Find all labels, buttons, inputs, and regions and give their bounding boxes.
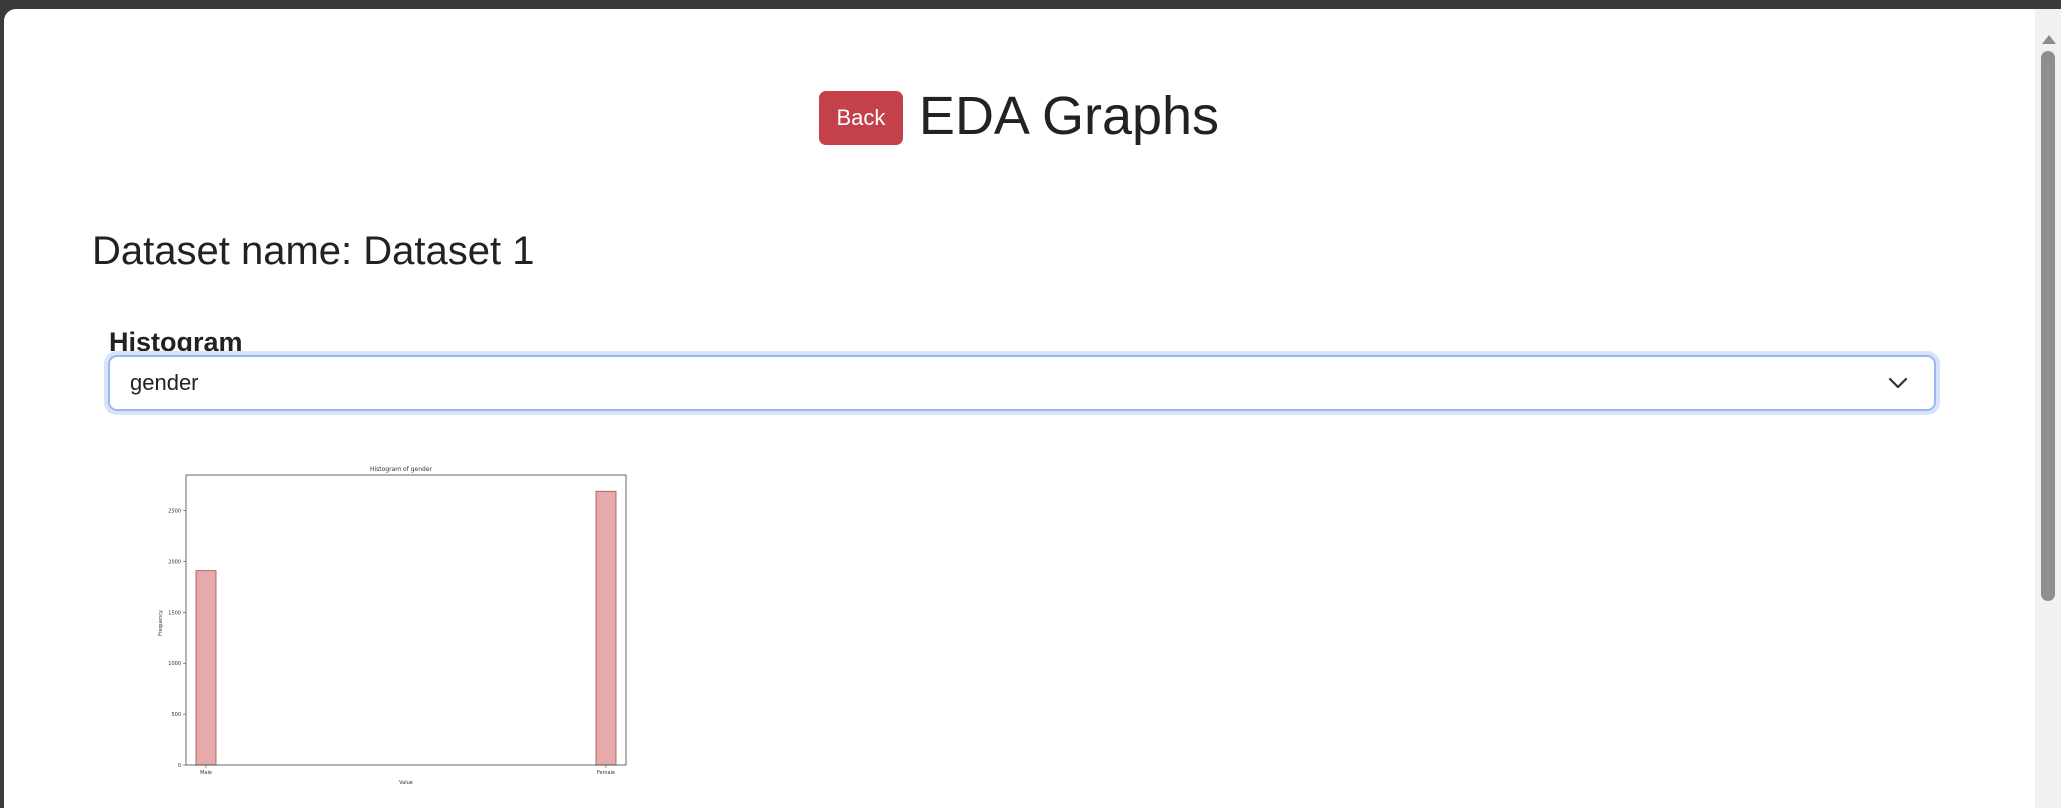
- page-header: Back EDA Graphs: [4, 85, 2034, 147]
- page-title: EDA Graphs: [918, 86, 1220, 146]
- histogram-label: Histogram: [109, 327, 243, 357]
- selected-column-value: gender: [130, 370, 199, 395]
- chart-y-axis-label: Frequency: [158, 610, 164, 636]
- vertical-scrollbar[interactable]: [2035, 9, 2061, 808]
- chart-y-tick-label: 2000: [168, 559, 181, 565]
- chart-title: Histogram of gender: [370, 466, 433, 473]
- chart-x-tick-label: Male: [200, 770, 212, 776]
- chart-y-tick-label: 1000: [168, 661, 181, 667]
- back-button[interactable]: Back: [818, 91, 903, 145]
- scroll-up-arrow-icon[interactable]: [2042, 35, 2056, 44]
- chevron-down-icon: [1878, 363, 1918, 403]
- histogram-column-select[interactable]: gender: [108, 355, 1936, 411]
- chart-x-tick-label: Female: [597, 770, 615, 776]
- chart-bar-male: [195, 570, 217, 766]
- chart-y-tick-label: 2500: [168, 509, 181, 515]
- browser-window: Back EDA Graphs Dataset name: Dataset 1 …: [4, 9, 2061, 808]
- chart-y-tick-label: 500: [171, 712, 181, 718]
- dataset-name-heading: Dataset name: Dataset 1: [92, 229, 535, 273]
- histogram-chart-svg: Histogram of gender Value Frequency 0 500…: [144, 461, 644, 791]
- chart-x-axis-label: Value: [399, 780, 413, 786]
- chart-y-tick-label: 0: [178, 763, 181, 769]
- chart-bar-female: [595, 490, 617, 766]
- chart-background: [144, 461, 644, 791]
- scrollbar-thumb[interactable]: [2041, 51, 2055, 601]
- histogram-chart: Histogram of gender Value Frequency 0 500…: [144, 461, 644, 791]
- chart-y-tick-label: 1500: [168, 610, 181, 616]
